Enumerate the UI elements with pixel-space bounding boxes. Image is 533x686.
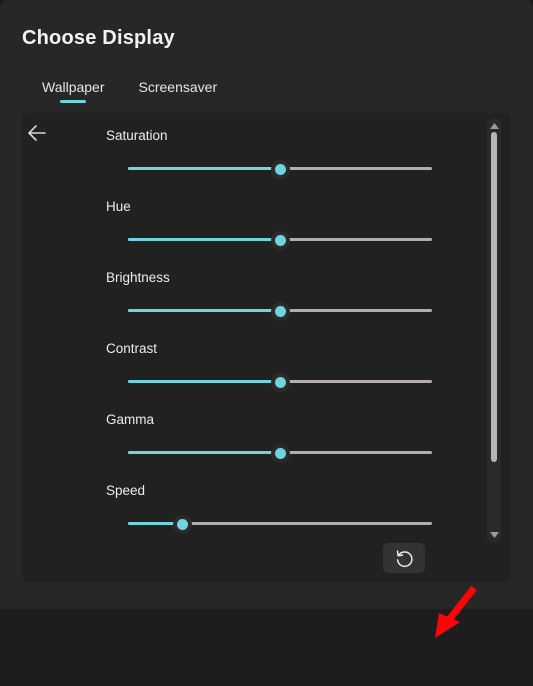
slider-thumb[interactable] <box>274 305 286 317</box>
setting-label: Hue <box>106 199 131 214</box>
speed-slider[interactable] <box>128 518 432 530</box>
setting-speed: Speed <box>106 474 436 545</box>
scroll-up-icon[interactable] <box>487 120 501 132</box>
slider-fill <box>128 380 280 383</box>
setting-hue: Hue <box>106 190 436 261</box>
settings-panel: Saturation Hue Brightness Contrast Gamma… <box>22 113 511 582</box>
settings-scroll-area[interactable]: Saturation Hue Brightness Contrast Gamma… <box>106 113 436 582</box>
slider-fill <box>128 451 280 454</box>
slider-thumb[interactable] <box>274 376 286 388</box>
tab-bar: Wallpaper Screensaver <box>40 79 219 105</box>
slider-fill <box>128 238 280 241</box>
setting-gamma: Gamma <box>106 403 436 474</box>
page-title: Choose Display <box>22 27 175 49</box>
tab-active-indicator <box>60 100 87 103</box>
setting-contrast: Contrast <box>106 332 436 403</box>
slider-fill <box>128 167 280 170</box>
tab-screensaver-label: Screensaver <box>138 79 218 95</box>
setting-label: Contrast <box>106 341 158 356</box>
dialog-footer: OK <box>0 609 533 686</box>
gamma-slider[interactable] <box>128 447 432 459</box>
slider-fill <box>128 522 183 525</box>
brightness-slider[interactable] <box>128 305 432 317</box>
slider-thumb[interactable] <box>274 447 286 459</box>
dialog-body: Choose Display Wallpaper Screensaver Sat… <box>0 0 533 609</box>
tab-wallpaper-label: Wallpaper <box>42 79 105 95</box>
setting-brightness: Brightness <box>106 261 436 332</box>
settings-scrollbar[interactable] <box>487 118 501 543</box>
setting-saturation: Saturation <box>106 119 436 190</box>
setting-label: Brightness <box>106 270 170 285</box>
reset-button[interactable] <box>383 543 425 573</box>
setting-label: Speed <box>106 483 146 498</box>
tab-screensaver[interactable]: Screensaver <box>137 79 220 105</box>
tab-wallpaper[interactable]: Wallpaper <box>40 79 107 105</box>
scrollbar-thumb[interactable] <box>491 132 497 462</box>
setting-label: Saturation <box>106 128 168 143</box>
slider-thumb[interactable] <box>177 518 189 530</box>
contrast-slider[interactable] <box>128 376 432 388</box>
slider-thumb[interactable] <box>274 163 286 175</box>
scroll-down-icon[interactable] <box>487 529 501 541</box>
saturation-slider[interactable] <box>128 163 432 175</box>
slider-thumb[interactable] <box>274 234 286 246</box>
reset-counterclockwise-icon <box>396 549 413 567</box>
back-arrow-icon[interactable] <box>24 120 50 146</box>
slider-fill <box>128 309 280 312</box>
choose-display-dialog: Choose Display Wallpaper Screensaver Sat… <box>0 0 533 686</box>
setting-label: Gamma <box>106 412 155 427</box>
hue-slider[interactable] <box>128 234 432 246</box>
